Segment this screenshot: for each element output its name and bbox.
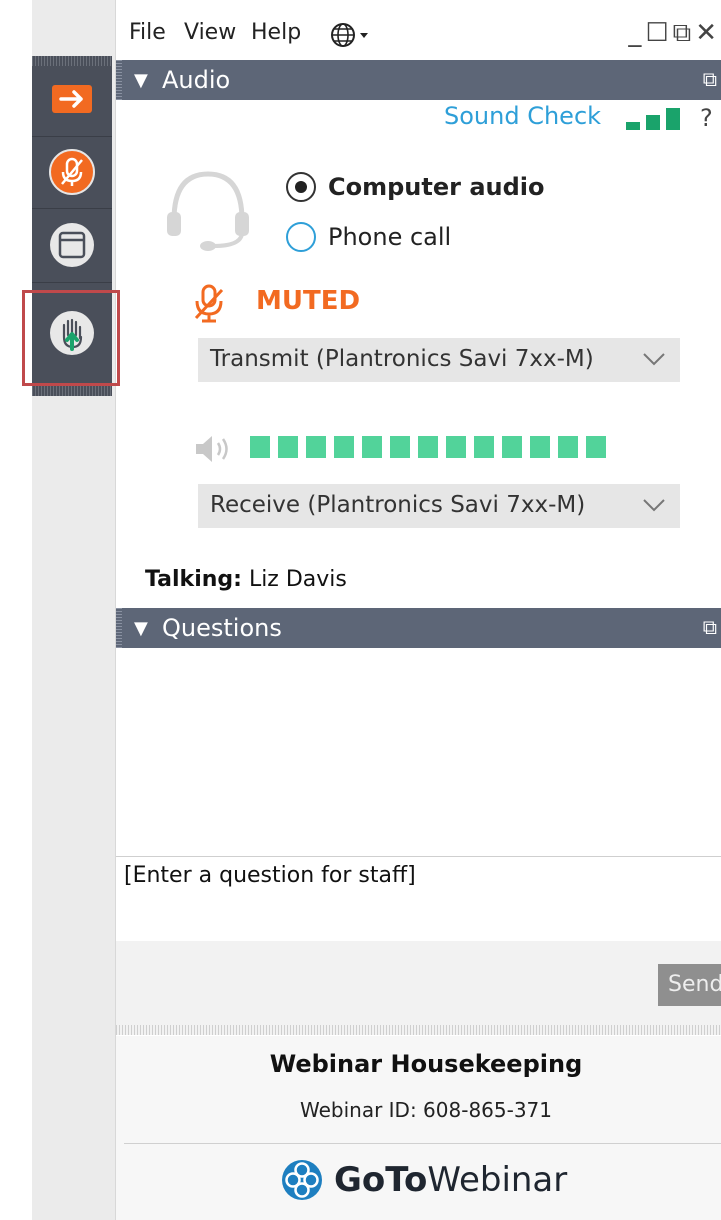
logo-text-bold: GoTo: [334, 1160, 428, 1200]
level-segment: [502, 436, 522, 458]
audio-panel-header[interactable]: ▼ Audio ⧉: [116, 60, 721, 100]
phone-call-option[interactable]: Phone call: [286, 222, 451, 252]
audio-panel-title: Audio: [162, 66, 231, 94]
questions-log: [116, 648, 721, 856]
globe-icon[interactable]: [330, 22, 376, 48]
logo-text-regular: Webinar: [427, 1160, 568, 1200]
footer-divider: [124, 1143, 721, 1144]
send-button[interactable]: Send: [658, 964, 721, 1006]
speaker-icon: [196, 436, 228, 462]
transmit-device-select[interactable]: Transmit (Plantronics Savi 7xx-M): [198, 338, 680, 382]
chevron-down-icon: [643, 353, 665, 366]
window-icon: [50, 223, 94, 267]
collapse-triangle-icon[interactable]: ▼: [134, 618, 148, 639]
talking-name: Liz Davis: [248, 567, 347, 592]
level-segment: [474, 436, 494, 458]
level-segment: [446, 436, 466, 458]
question-input-placeholder: [Enter a question for staff]: [124, 863, 416, 888]
menu-view[interactable]: View: [184, 20, 236, 45]
level-segment: [362, 436, 382, 458]
toolbar-grip-top[interactable]: [32, 56, 112, 66]
computer-audio-radio[interactable]: [286, 172, 316, 202]
mute-toggle-button[interactable]: [32, 137, 112, 207]
talking-label: Talking:: [145, 567, 242, 592]
talking-indicator: Talking: Liz Davis: [145, 567, 347, 592]
window-mode-button[interactable]: [32, 209, 112, 281]
computer-audio-option[interactable]: Computer audio: [286, 172, 545, 202]
chevron-down-icon: [643, 499, 665, 512]
question-input[interactable]: [Enter a question for staff]: [116, 856, 721, 942]
signal-strength-icon: [626, 108, 680, 130]
raise-hand-highlight: [22, 290, 120, 386]
toolbar-grip-bottom[interactable]: [32, 386, 112, 396]
headset-icon: [167, 171, 249, 251]
menu-bar: File View Help _☐⧉✕: [116, 0, 721, 62]
level-segment: [530, 436, 550, 458]
receive-device-select[interactable]: Receive (Plantronics Savi 7xx-M): [198, 484, 680, 528]
arrow-right-icon: [52, 85, 92, 113]
level-segment: [306, 436, 326, 458]
receive-device-value: Receive (Plantronics Savi 7xx-M): [210, 492, 586, 518]
menu-help[interactable]: Help: [251, 20, 301, 45]
webinar-title: Webinar Housekeeping: [269, 1050, 583, 1078]
computer-audio-label: Computer audio: [328, 173, 545, 201]
questions-panel-title: Questions: [162, 614, 282, 642]
sound-check-link[interactable]: Sound Check: [444, 102, 601, 130]
level-segment: [390, 436, 410, 458]
window-controls[interactable]: _☐⧉✕: [628, 18, 721, 49]
level-segment: [558, 436, 578, 458]
questions-panel-header[interactable]: ▼ Questions ⧉: [116, 608, 721, 648]
popout-icon[interactable]: ⧉: [703, 615, 717, 639]
muted-status: MUTED: [256, 286, 361, 316]
audio-help-icon[interactable]: ?: [700, 104, 713, 132]
send-area: [116, 941, 721, 1031]
level-segment: [586, 436, 606, 458]
show-hide-panel-button[interactable]: [32, 68, 112, 130]
gotowebinar-logo-icon: [282, 1160, 322, 1200]
phone-call-label: Phone call: [328, 223, 452, 251]
resize-grip[interactable]: [116, 1025, 721, 1035]
popout-icon[interactable]: ⧉: [703, 67, 717, 91]
left-margin: [0, 0, 32, 1220]
menu-file[interactable]: File: [129, 20, 166, 45]
level-segment: [418, 436, 438, 458]
mic-muted-icon: [49, 149, 95, 195]
level-segment: [278, 436, 298, 458]
level-segment: [334, 436, 354, 458]
output-level-meter: [250, 436, 606, 458]
webinar-id: Webinar ID: 608-865-371: [299, 1098, 553, 1122]
mic-muted-icon: [194, 284, 224, 323]
gotowebinar-logo: GoTo Webinar: [280, 1158, 567, 1202]
transmit-device-value: Transmit (Plantronics Savi 7xx-M): [210, 346, 594, 372]
phone-call-radio[interactable]: [286, 222, 316, 252]
collapse-triangle-icon[interactable]: ▼: [134, 70, 148, 91]
level-segment: [250, 436, 270, 458]
